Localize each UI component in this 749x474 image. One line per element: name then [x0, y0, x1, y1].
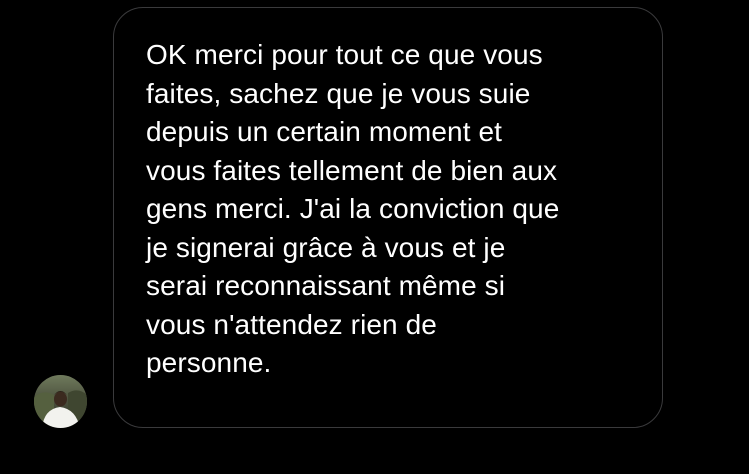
sender-avatar[interactable] — [34, 375, 87, 428]
message-text-line: vous n'attendez rien de — [146, 308, 437, 340]
message-text-line: je signerai grâce à vous et je — [146, 231, 506, 263]
message-text-line: serai reconnaissant même si — [146, 270, 506, 301]
message-text-line: personne. — [146, 347, 272, 378]
message-text-line: gens merci. J'ai la conviction que — [146, 193, 560, 224]
message-text-line: vous faites tellement de bien aux — [146, 154, 558, 186]
message-text-line: faites, sachez que je vous suie — [146, 77, 531, 109]
chat-thread: OK merci pour tout ce que vous faites, s… — [0, 0, 749, 474]
message-bubble[interactable]: OK merci pour tout ce que vous faites, s… — [113, 7, 663, 428]
message-text-line: depuis un certain moment et — [146, 116, 503, 147]
message-text-line: OK merci pour tout ce que vous — [146, 39, 543, 70]
person-photo-icon — [34, 375, 87, 428]
